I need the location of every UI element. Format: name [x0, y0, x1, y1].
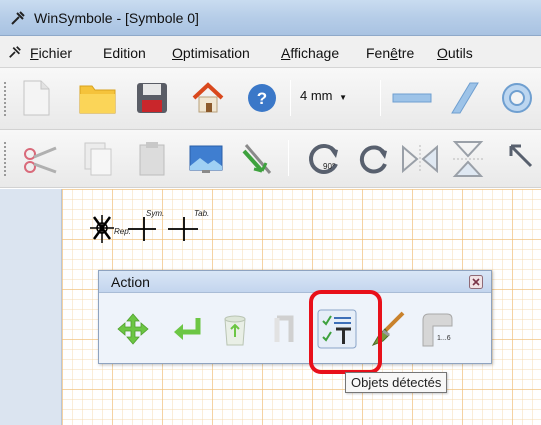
- new-file-icon: [23, 80, 50, 116]
- help-button[interactable]: ?: [242, 78, 282, 118]
- enter-arrow-icon: [174, 318, 201, 340]
- resize-button[interactable]: [238, 139, 278, 179]
- mirror-vertical-icon: [452, 141, 484, 177]
- table-point-marker[interactable]: [168, 217, 198, 241]
- move-icon: [117, 313, 149, 345]
- mirror-horizontal-icon: [402, 144, 438, 174]
- toolbar-grip[interactable]: [4, 82, 8, 116]
- close-icon[interactable]: [469, 275, 483, 289]
- paste-icon: [139, 142, 165, 176]
- edit-toolbar: 90°: [0, 130, 541, 188]
- open-folder-icon: [79, 85, 116, 114]
- menu-fichier[interactable]: Fichier: [30, 45, 72, 61]
- toolbar-grip[interactable]: [4, 142, 8, 176]
- left-panel: [0, 189, 62, 425]
- cut-scissors-icon: [24, 146, 57, 174]
- menu-outils[interactable]: Outils: [437, 45, 473, 61]
- new-file-button[interactable]: [16, 78, 56, 118]
- toolbar-separator: [288, 140, 289, 176]
- rotate-button[interactable]: [354, 139, 394, 179]
- numbering-button[interactable]: 1...6: [417, 309, 457, 349]
- toolbar-separator: [380, 80, 381, 116]
- mirror-vertical-button[interactable]: [448, 139, 488, 179]
- move-button[interactable]: [113, 309, 153, 349]
- svg-text:90°: 90°: [323, 162, 335, 171]
- help-icon: ?: [248, 84, 276, 112]
- symmetry-point-label: Sym.: [146, 209, 165, 218]
- menu-edition[interactable]: Edition: [103, 45, 146, 61]
- svg-text:?: ?: [257, 89, 267, 108]
- cut-button[interactable]: [20, 139, 60, 179]
- save-floppy-icon: [137, 83, 167, 113]
- menu-fenetre[interactable]: Fenêtre: [366, 45, 414, 61]
- menu-pin-icon: [9, 46, 21, 58]
- menu-affichage[interactable]: Affichage: [281, 45, 339, 61]
- arrow-icon: [509, 144, 533, 168]
- menu-bar: Fichier Edition Optimisation Affichage F…: [0, 36, 541, 68]
- selected-tool-highlight: [309, 290, 382, 374]
- line-width-value: 4 mm: [300, 88, 333, 103]
- recycle-bin-icon: [224, 315, 246, 346]
- recycle-bin-button[interactable]: [215, 309, 255, 349]
- rotate-icon: [359, 145, 387, 174]
- tooltip: Objets détectés: [345, 372, 448, 393]
- oblique-line-icon: [451, 82, 479, 114]
- copy-button[interactable]: [78, 139, 118, 179]
- export-button[interactable]: [265, 309, 305, 349]
- copy-icon: [84, 142, 112, 176]
- main-toolbar: ?: [0, 68, 541, 130]
- symmetry-point-marker[interactable]: [128, 217, 156, 241]
- reference-point-marker[interactable]: [90, 215, 114, 243]
- home-icon: [192, 82, 224, 113]
- horizontal-line-icon: [392, 93, 432, 103]
- image-icon: [189, 145, 223, 173]
- numbering-icon: [422, 313, 453, 347]
- action-panel-title: Action: [111, 274, 150, 290]
- menu-optimisation[interactable]: Optimisation: [172, 45, 250, 61]
- oblique-line-tool[interactable]: [444, 78, 484, 118]
- toolbar-separator: [290, 80, 291, 116]
- table-point-label: Tab.: [194, 209, 210, 218]
- window-title: WinSymbole - [Symbole 0]: [34, 10, 199, 26]
- action-panel: Action 1...6: [98, 270, 492, 364]
- circle-icon: [502, 83, 532, 113]
- open-folder-button[interactable]: [78, 78, 118, 118]
- winsymbole-app-icon: [11, 11, 25, 25]
- save-button[interactable]: [132, 78, 172, 118]
- horizontal-line-tool[interactable]: [392, 78, 432, 118]
- mirror-horizontal-button[interactable]: [400, 139, 440, 179]
- paste-button[interactable]: [132, 139, 172, 179]
- resize-icon: [242, 144, 272, 174]
- line-width-select[interactable]: 4 mm ▼: [300, 88, 347, 103]
- export-icon: [274, 315, 294, 342]
- rotate-90-icon: 90°: [309, 144, 338, 174]
- home-button[interactable]: [188, 78, 228, 118]
- arrow-button[interactable]: [500, 139, 540, 179]
- title-bar: WinSymbole - [Symbole 0]: [0, 0, 541, 36]
- insert-image-button[interactable]: [186, 139, 226, 179]
- numbering-label: 1...6: [437, 335, 451, 342]
- chevron-down-icon: ▼: [339, 93, 348, 102]
- reference-point-label: Rep.: [114, 227, 131, 236]
- circle-tool[interactable]: [497, 78, 537, 118]
- action-panel-titlebar[interactable]: Action: [99, 271, 491, 293]
- enter-button[interactable]: [167, 309, 207, 349]
- rotate-90-button[interactable]: 90°: [304, 139, 344, 179]
